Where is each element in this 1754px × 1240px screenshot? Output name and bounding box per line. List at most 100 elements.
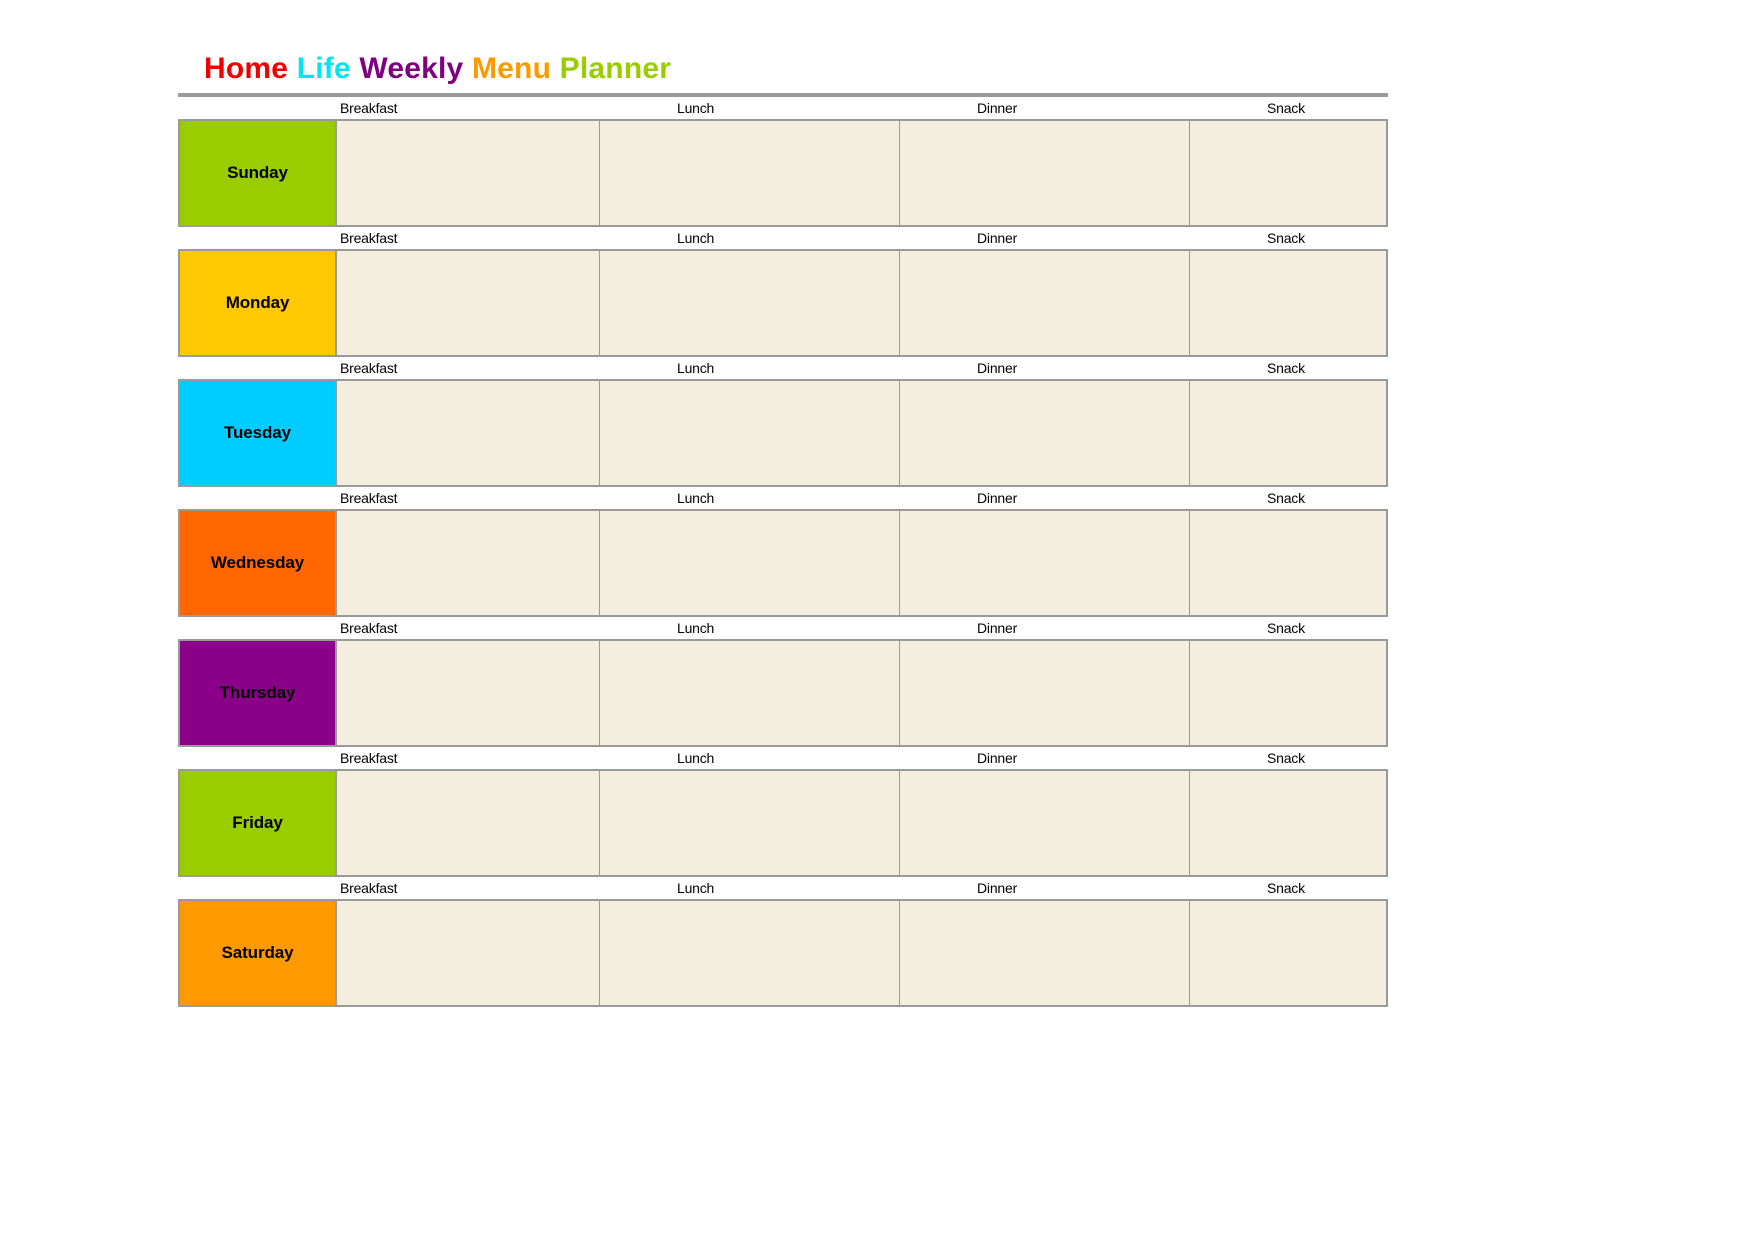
meal-header-breakfast: Breakfast	[340, 359, 398, 376]
day-group-wednesday: Breakfast Lunch Dinner Snack Wednesday	[178, 486, 1388, 617]
meal-cell-wednesday-lunch[interactable]	[600, 510, 900, 615]
table-row: Sunday	[178, 118, 1388, 227]
table-row: Thursday	[178, 638, 1388, 747]
meal-cell-monday-lunch[interactable]	[600, 250, 900, 355]
meal-cell-wednesday-snack[interactable]	[1190, 510, 1386, 615]
title-word-life: Life	[296, 52, 351, 85]
meal-header-row: Breakfast Lunch Dinner Snack	[178, 356, 1388, 379]
day-label-wednesday: Wednesday	[180, 510, 337, 615]
meal-cell-friday-snack[interactable]	[1190, 770, 1386, 875]
meal-header-dinner: Dinner	[977, 99, 1018, 116]
meal-cell-monday-snack[interactable]	[1190, 250, 1386, 355]
day-label-friday: Friday	[180, 770, 337, 875]
title-word-menu: Menu	[471, 52, 552, 85]
meal-header-snack: Snack	[1267, 489, 1305, 506]
meal-cell-thursday-lunch[interactable]	[600, 640, 900, 745]
meal-header-breakfast: Breakfast	[340, 229, 398, 246]
weekly-menu-planner: Home Life Weekly Menu Planner Breakfast L…	[178, 52, 1388, 1007]
meal-cell-saturday-dinner[interactable]	[900, 900, 1190, 1005]
meal-header-row: Breakfast Lunch Dinner Snack	[178, 746, 1388, 769]
meal-cell-saturday-breakfast[interactable]	[337, 900, 600, 1005]
meal-header-lunch: Lunch	[677, 99, 715, 116]
title-word-home: Home	[204, 52, 289, 85]
meal-header-lunch: Lunch	[677, 229, 715, 246]
meal-header-breakfast: Breakfast	[340, 99, 398, 116]
meal-header-dinner: Dinner	[977, 619, 1018, 636]
meal-cell-sunday-snack[interactable]	[1190, 120, 1386, 225]
meal-header-breakfast: Breakfast	[340, 749, 398, 766]
day-group-tuesday: Breakfast Lunch Dinner Snack Tuesday	[178, 356, 1388, 487]
table-row: Wednesday	[178, 508, 1388, 617]
meal-cell-tuesday-dinner[interactable]	[900, 380, 1190, 485]
meal-cell-tuesday-breakfast[interactable]	[337, 380, 600, 485]
meal-header-snack: Snack	[1267, 99, 1305, 116]
meal-header-row: Breakfast Lunch Dinner Snack	[178, 486, 1388, 509]
meal-cell-tuesday-lunch[interactable]	[600, 380, 900, 485]
meal-header-dinner: Dinner	[977, 489, 1018, 506]
planner-page: Home Life Weekly Menu Planner Breakfast L…	[0, 0, 1754, 1240]
meal-header-row: Breakfast Lunch Dinner Snack	[178, 616, 1388, 639]
week-table: Breakfast Lunch Dinner Snack Sunday Breakfast…	[178, 96, 1388, 1007]
table-row: Monday	[178, 248, 1388, 357]
day-label-thursday: Thursday	[180, 640, 337, 745]
meal-cell-thursday-breakfast[interactable]	[337, 640, 600, 745]
meal-header-row: Breakfast Lunch Dinner Snack	[178, 96, 1388, 119]
title-word-weekly: Weekly	[359, 52, 464, 85]
day-group-sunday: Breakfast Lunch Dinner Snack Sunday	[178, 96, 1388, 227]
meal-cell-friday-breakfast[interactable]	[337, 770, 600, 875]
meal-header-spacer	[178, 97, 335, 119]
meal-cell-tuesday-snack[interactable]	[1190, 380, 1386, 485]
table-row: Tuesday	[178, 378, 1388, 487]
meal-cell-friday-dinner[interactable]	[900, 770, 1190, 875]
meal-header-snack: Snack	[1267, 229, 1305, 246]
meal-header-breakfast: Breakfast	[340, 879, 398, 896]
day-group-thursday: Breakfast Lunch Dinner Snack Thursday	[178, 616, 1388, 747]
meal-cell-monday-breakfast[interactable]	[337, 250, 600, 355]
meal-header-spacer	[178, 877, 335, 899]
page-title: Home Life Weekly Menu Planner	[178, 52, 1388, 87]
meal-header-dinner: Dinner	[977, 229, 1018, 246]
meal-header-spacer	[178, 747, 335, 769]
meal-header-lunch: Lunch	[677, 619, 715, 636]
meal-cell-sunday-dinner[interactable]	[900, 120, 1190, 225]
meal-cell-thursday-snack[interactable]	[1190, 640, 1386, 745]
meal-cell-saturday-snack[interactable]	[1190, 900, 1386, 1005]
meal-header-lunch: Lunch	[677, 359, 715, 376]
meal-header-snack: Snack	[1267, 879, 1305, 896]
meal-cell-monday-dinner[interactable]	[900, 250, 1190, 355]
meal-header-breakfast: Breakfast	[340, 489, 398, 506]
meal-header-lunch: Lunch	[677, 749, 715, 766]
day-group-friday: Breakfast Lunch Dinner Snack Friday	[178, 746, 1388, 877]
day-label-monday: Monday	[180, 250, 337, 355]
meal-header-spacer	[178, 357, 335, 379]
meal-cell-friday-lunch[interactable]	[600, 770, 900, 875]
meal-header-dinner: Dinner	[977, 359, 1018, 376]
meal-cell-saturday-lunch[interactable]	[600, 900, 900, 1005]
day-label-saturday: Saturday	[180, 900, 337, 1005]
meal-cell-thursday-dinner[interactable]	[900, 640, 1190, 745]
table-row: Saturday	[178, 898, 1388, 1007]
meal-header-lunch: Lunch	[677, 879, 715, 896]
meal-header-row: Breakfast Lunch Dinner Snack	[178, 876, 1388, 899]
meal-header-lunch: Lunch	[677, 489, 715, 506]
meal-header-spacer	[178, 617, 335, 639]
meal-header-snack: Snack	[1267, 749, 1305, 766]
meal-cell-wednesday-dinner[interactable]	[900, 510, 1190, 615]
day-label-sunday: Sunday	[180, 120, 337, 225]
meal-header-spacer	[178, 487, 335, 509]
meal-header-snack: Snack	[1267, 359, 1305, 376]
title-word-planner: Planner	[559, 52, 672, 85]
day-label-tuesday: Tuesday	[180, 380, 337, 485]
meal-header-row: Breakfast Lunch Dinner Snack	[178, 226, 1388, 249]
meal-cell-wednesday-breakfast[interactable]	[337, 510, 600, 615]
meal-header-snack: Snack	[1267, 619, 1305, 636]
meal-cell-sunday-lunch[interactable]	[600, 120, 900, 225]
meal-header-dinner: Dinner	[977, 879, 1018, 896]
meal-header-breakfast: Breakfast	[340, 619, 398, 636]
meal-cell-sunday-breakfast[interactable]	[337, 120, 600, 225]
meal-header-spacer	[178, 227, 335, 249]
table-row: Friday	[178, 768, 1388, 877]
meal-header-dinner: Dinner	[977, 749, 1018, 766]
day-group-saturday: Breakfast Lunch Dinner Snack Saturday	[178, 876, 1388, 1007]
day-group-monday: Breakfast Lunch Dinner Snack Monday	[178, 226, 1388, 357]
